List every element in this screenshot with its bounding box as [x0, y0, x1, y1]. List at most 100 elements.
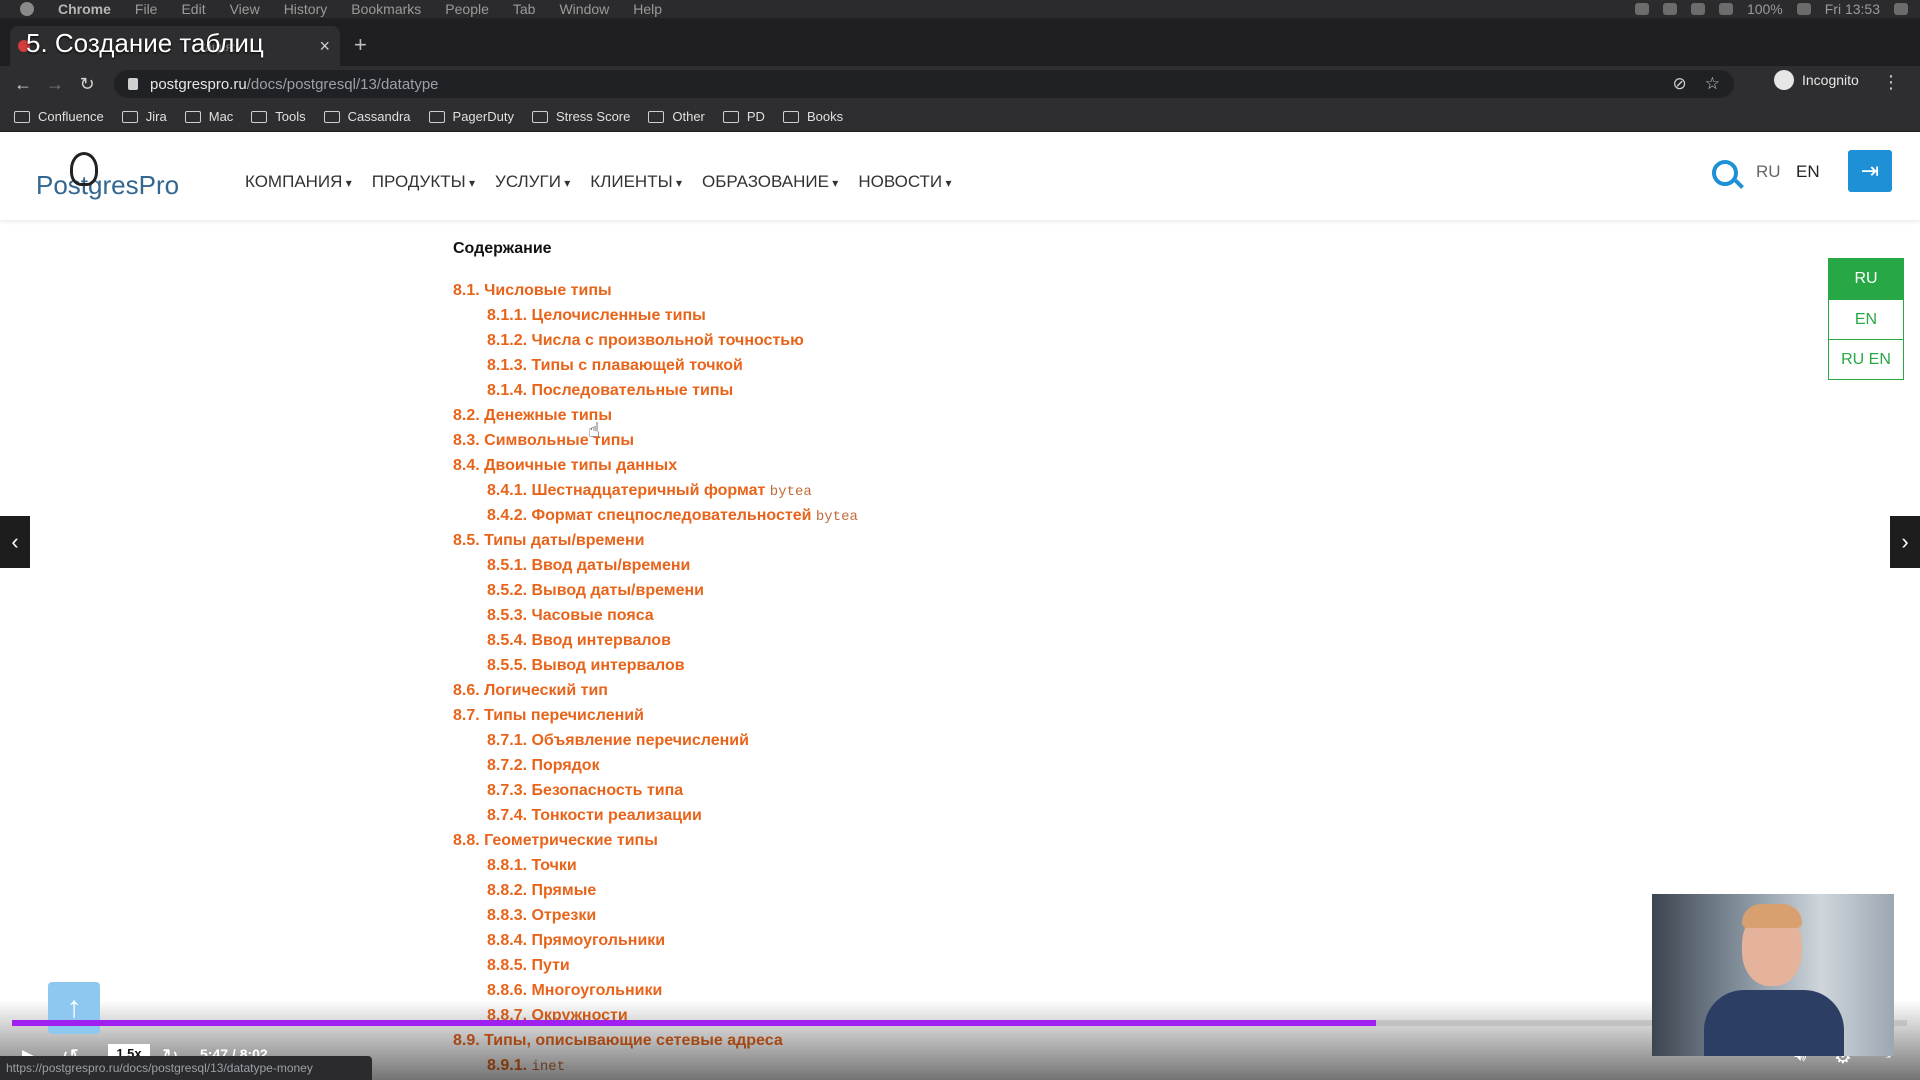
- more-menu-icon[interactable]: ⋮: [1882, 72, 1900, 93]
- bookmark-label: Books: [806, 109, 844, 124]
- bookmark-label: Mac: [208, 109, 234, 124]
- tray-icon[interactable]: [1690, 3, 1705, 15]
- apple-icon[interactable]: [20, 2, 34, 16]
- forward-icon[interactable]: →: [46, 74, 64, 95]
- next-page-button[interactable]: ›: [1890, 516, 1920, 568]
- toc-link-text: 8.8.2. Прямые: [487, 882, 597, 899]
- omnibox-actions: ⊘ ☆: [1673, 74, 1721, 94]
- scroll-to-top-button[interactable]: ↑: [48, 982, 100, 1034]
- menu-chrome[interactable]: Chrome: [58, 1, 111, 17]
- nav-education[interactable]: ОБРАЗОВАНИЕ: [702, 172, 838, 192]
- new-tab-button[interactable]: +: [354, 32, 367, 58]
- prev-page-button[interactable]: ‹: [0, 516, 30, 568]
- nav-services[interactable]: УСЛУГИ: [495, 172, 570, 192]
- doc-lang-ru-en[interactable]: RU EN: [1829, 339, 1903, 379]
- star-icon[interactable]: ☆: [1705, 74, 1720, 94]
- wifi-icon[interactable]: [1718, 3, 1733, 15]
- search-icon[interactable]: [1712, 160, 1738, 186]
- menu-view[interactable]: View: [230, 1, 260, 17]
- bookmark-folder[interactable]: Tools: [251, 109, 306, 124]
- toc-link[interactable]: 8.4. Двоичные типы данных: [453, 453, 1353, 478]
- toc-link[interactable]: 8.5.2. Вывод даты/времени: [453, 578, 1353, 603]
- toc-link[interactable]: 8.4.2. Формат спецпоследовательностей by…: [453, 503, 1353, 528]
- folder-icon: [531, 110, 548, 123]
- reload-icon[interactable]: ↻: [78, 74, 96, 95]
- doc-language-switcher: RU EN RU EN: [1828, 258, 1904, 380]
- address-bar[interactable]: postgrespro.ru /docs/postgresql/13/datat…: [114, 70, 1734, 98]
- toc-link[interactable]: 8.7.1. Объявление перечислений: [453, 728, 1353, 753]
- nav-company[interactable]: КОМПАНИЯ: [245, 172, 352, 192]
- toc-link[interactable]: 8.8.1. Точки: [453, 853, 1353, 878]
- menu-history[interactable]: History: [284, 1, 328, 17]
- toc-link[interactable]: 8.1.1. Целочисленные типы: [453, 303, 1353, 328]
- nav-news[interactable]: НОВОСТИ: [858, 172, 951, 192]
- toc-link[interactable]: 8.7.2. Порядок: [453, 753, 1353, 778]
- bookmark-folder[interactable]: PagerDuty: [428, 109, 514, 124]
- nav-clients[interactable]: КЛИЕНТЫ: [590, 172, 682, 192]
- menu-tab[interactable]: Tab: [513, 1, 536, 17]
- toc-link[interactable]: 8.6. Логический тип: [453, 678, 1353, 703]
- toc-link[interactable]: 8.1.3. Типы с плавающей точкой: [453, 353, 1353, 378]
- toc-link[interactable]: 8.5.3. Часовые пояса: [453, 603, 1353, 628]
- bookmark-folder[interactable]: Confluence: [14, 109, 104, 124]
- tray-icon[interactable]: [1662, 3, 1677, 15]
- menu-file[interactable]: File: [135, 1, 158, 17]
- bookmark-folder[interactable]: Mac: [184, 109, 234, 124]
- login-button[interactable]: ⇥: [1848, 150, 1892, 192]
- clock[interactable]: Fri 13:53: [1825, 1, 1880, 17]
- site-logo[interactable]: PostgresPro: [36, 152, 179, 201]
- tab-strip: тация: × +: [0, 18, 1920, 66]
- toc-link[interactable]: 8.1.4. Последовательные типы: [453, 378, 1353, 403]
- tray-icon[interactable]: [1634, 3, 1649, 15]
- back-icon[interactable]: ←: [14, 74, 32, 95]
- toc-link[interactable]: 8.7. Типы перечислений: [453, 703, 1353, 728]
- bookmark-label: Jira: [145, 109, 167, 124]
- bookmark-folder[interactable]: Books: [782, 109, 844, 124]
- folder-icon: [184, 110, 201, 123]
- nav-products[interactable]: ПРОДУКТЫ: [372, 172, 475, 192]
- toc-link[interactable]: 8.8.5. Пути: [453, 953, 1353, 978]
- toc-link[interactable]: 8.7.4. Тонкости реализации: [453, 803, 1353, 828]
- bookmark-folder[interactable]: Jira: [121, 109, 167, 124]
- menu-window[interactable]: Window: [559, 1, 609, 17]
- toc-link[interactable]: 8.8. Геометрические типы: [453, 828, 1353, 853]
- toc-link[interactable]: 8.7.3. Безопасность типа: [453, 778, 1353, 803]
- eye-off-icon[interactable]: ⊘: [1673, 74, 1687, 94]
- menu-help[interactable]: Help: [633, 1, 662, 17]
- menu-bookmarks[interactable]: Bookmarks: [351, 1, 421, 17]
- bookmarks-bar: Confluence Jira Mac Tools Cassandra Page…: [0, 102, 1920, 132]
- doc-lang-en[interactable]: EN: [1829, 299, 1903, 339]
- toc-link[interactable]: 8.8.4. Прямоугольники: [453, 928, 1353, 953]
- bookmark-folder[interactable]: Stress Score: [531, 109, 630, 124]
- video-progress-bar[interactable]: [12, 1020, 1907, 1026]
- toc-link-text: 8.1.4. Последовательные типы: [487, 382, 734, 399]
- bookmark-folder[interactable]: PD: [722, 109, 765, 124]
- browser-toolbar: ← → ↻ postgrespro.ru /docs/postgresql/13…: [0, 66, 1920, 102]
- bookmark-folder[interactable]: Cassandra: [323, 109, 411, 124]
- toc-link[interactable]: 8.4.1. Шестнадцатеричный формат bytea: [453, 478, 1353, 503]
- toc-link[interactable]: 8.5. Типы даты/времени: [453, 528, 1353, 553]
- lock-icon[interactable]: [128, 78, 138, 90]
- lang-en-link[interactable]: EN: [1796, 162, 1820, 182]
- toc-link[interactable]: 8.5.1. Ввод даты/времени: [453, 553, 1353, 578]
- toc-link[interactable]: 8.1.2. Числа с произвольной точностью: [453, 328, 1353, 353]
- menu-edit[interactable]: Edit: [181, 1, 205, 17]
- toc-link[interactable]: 8.5.5. Вывод интервалов: [453, 653, 1353, 678]
- menu-people[interactable]: People: [445, 1, 489, 17]
- toc-link[interactable]: 8.5.4. Ввод интервалов: [453, 628, 1353, 653]
- toc-link[interactable]: 8.1. Числовые типы: [453, 278, 1353, 303]
- lang-ru-link[interactable]: RU: [1756, 162, 1781, 182]
- battery-icon[interactable]: [1796, 3, 1811, 15]
- bookmark-folder[interactable]: Other: [648, 109, 705, 124]
- toc-link[interactable]: 8.8.3. Отрезки: [453, 903, 1353, 928]
- folder-icon: [251, 110, 268, 123]
- video-title: 5. Создание таблиц: [26, 28, 264, 58]
- doc-lang-ru[interactable]: RU: [1829, 259, 1903, 299]
- incognito-indicator[interactable]: Incognito: [1774, 70, 1859, 90]
- toc-link[interactable]: 8.8.2. Прямые: [453, 878, 1353, 903]
- tab-close-icon[interactable]: ×: [319, 36, 330, 57]
- spotlight-icon[interactable]: [1894, 3, 1908, 15]
- toc-link-text: 8.8.5. Пути: [487, 957, 570, 974]
- url-host: postgrespro.ru: [150, 75, 247, 93]
- toc-link-code: bytea: [769, 484, 812, 500]
